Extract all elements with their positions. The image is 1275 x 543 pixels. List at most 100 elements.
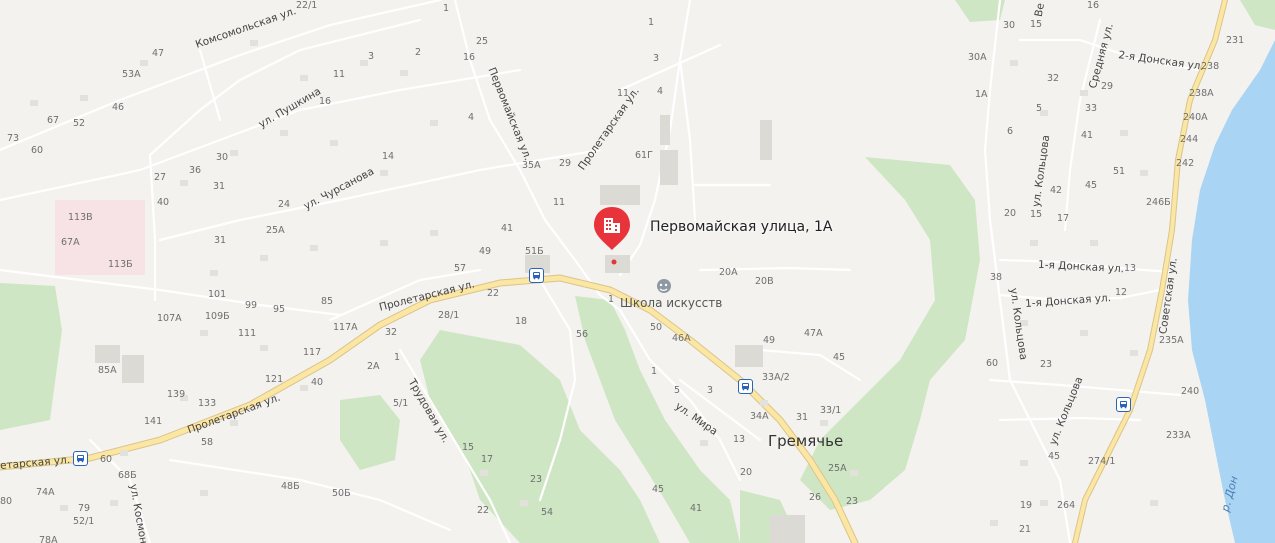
- house-number: 45: [1048, 451, 1061, 462]
- house-number: 38: [990, 272, 1003, 283]
- house-number: 3: [368, 51, 375, 62]
- house-number: 23: [1040, 359, 1053, 370]
- house-number: 17: [481, 454, 494, 465]
- house-number: 231: [1226, 35, 1245, 46]
- house-number: 85: [321, 296, 334, 307]
- house-number: 238А: [1189, 88, 1214, 99]
- house-number: 13: [1124, 263, 1137, 274]
- map-canvas[interactable]: Комсомольская ул. ул. Пушкина ул. Чурсан…: [0, 0, 1275, 543]
- house-number: 46: [112, 102, 125, 113]
- house-number: 17: [1057, 213, 1070, 224]
- house-number: 49: [763, 335, 776, 346]
- house-number: 14: [382, 151, 395, 162]
- bus-stop-icon[interactable]: [738, 379, 753, 394]
- house-number: 60: [31, 145, 44, 156]
- house-number: 113Б: [108, 259, 133, 270]
- house-number: 4: [657, 86, 664, 97]
- house-number: 29: [1101, 81, 1114, 92]
- house-number: 26: [809, 492, 822, 503]
- house-number: 19: [1020, 500, 1033, 511]
- house-number: 20: [740, 467, 753, 478]
- house-number: 36: [189, 165, 202, 176]
- house-number: 20А: [719, 267, 738, 278]
- house-number: 28/1: [438, 310, 460, 321]
- house-number: 45: [652, 484, 665, 495]
- house-number: 1: [651, 366, 658, 377]
- house-number: 2: [415, 47, 422, 58]
- house-number: 22: [477, 505, 490, 516]
- house-number: 74А: [36, 487, 55, 498]
- house-number: 111: [238, 328, 257, 339]
- house-number: 45: [1085, 180, 1098, 191]
- house-number: 109Б: [205, 311, 230, 322]
- house-number: 46А: [672, 333, 691, 344]
- house-number: 16: [1087, 0, 1100, 11]
- house-number: 15: [462, 442, 475, 453]
- house-number: 23: [530, 474, 543, 485]
- house-number: 101: [208, 289, 227, 300]
- house-number: 117: [303, 347, 322, 358]
- house-number: 33: [1085, 103, 1098, 114]
- house-number: 274/1: [1088, 456, 1116, 467]
- house-number: 3: [653, 53, 660, 64]
- house-number: 23: [846, 496, 859, 507]
- house-number: 16: [319, 96, 332, 107]
- house-number: 51: [1113, 166, 1126, 177]
- house-number: 11: [333, 69, 346, 80]
- house-number: 35А: [522, 160, 541, 171]
- house-number: 13: [733, 434, 746, 445]
- house-number: 264: [1057, 500, 1076, 511]
- house-number: 57: [454, 263, 467, 274]
- house-number: 99: [245, 300, 258, 311]
- house-number: 31: [213, 181, 226, 192]
- house-number: 20: [1004, 208, 1017, 219]
- house-number: 1: [608, 294, 615, 305]
- house-number: 5: [674, 385, 681, 396]
- settlement-label: Гремячье: [768, 432, 844, 450]
- house-number: 53А: [122, 69, 141, 80]
- house-number: 45: [833, 352, 846, 363]
- house-number: 32: [385, 327, 398, 338]
- house-number: 30: [216, 152, 229, 163]
- house-number: 21: [1019, 524, 1032, 535]
- house-number: 67: [47, 115, 60, 126]
- house-number: 141: [144, 416, 163, 427]
- house-number: 233А: [1166, 430, 1191, 441]
- house-number: 235А: [1159, 335, 1184, 346]
- house-number: 47А: [804, 328, 823, 339]
- house-number: 33А/2: [762, 372, 790, 383]
- house-number: 133: [198, 398, 217, 409]
- house-number: 20В: [755, 276, 774, 287]
- place-label[interactable]: Первомайская улица, 1А: [650, 219, 833, 235]
- house-number: 139: [167, 389, 186, 400]
- house-number: 49: [479, 246, 492, 257]
- house-number: 60: [986, 358, 999, 369]
- bus-stop-icon[interactable]: [1116, 397, 1131, 412]
- street-label: Ве: [1032, 2, 1047, 18]
- house-number: 33/1: [820, 405, 842, 416]
- house-number: 22: [487, 288, 500, 299]
- house-number: 5/1: [393, 398, 409, 409]
- house-number: 18: [515, 316, 528, 327]
- bus-stop-icon[interactable]: [529, 268, 544, 283]
- house-number: 50Б: [332, 488, 351, 499]
- house-number: 52/1: [73, 516, 95, 527]
- house-number: 41: [1081, 130, 1094, 141]
- house-number: 121: [265, 374, 284, 385]
- house-number: 113В: [68, 212, 93, 223]
- house-number: 58: [201, 437, 214, 448]
- house-number: 6: [1007, 126, 1014, 137]
- house-number: 56: [576, 329, 589, 340]
- house-number: 32: [1047, 73, 1060, 84]
- house-number: 80: [0, 496, 13, 507]
- house-number: 27: [154, 172, 167, 183]
- house-number: 40: [311, 377, 324, 388]
- house-number: 238: [1201, 61, 1220, 72]
- house-number: 3: [707, 385, 714, 396]
- bus-stop-icon[interactable]: [73, 451, 88, 466]
- house-number: 31: [214, 235, 227, 246]
- house-number: 30: [1003, 20, 1016, 31]
- poi-label[interactable]: Школа искусств: [620, 297, 722, 309]
- place-pin[interactable]: [592, 205, 632, 255]
- house-number: 73: [7, 133, 20, 144]
